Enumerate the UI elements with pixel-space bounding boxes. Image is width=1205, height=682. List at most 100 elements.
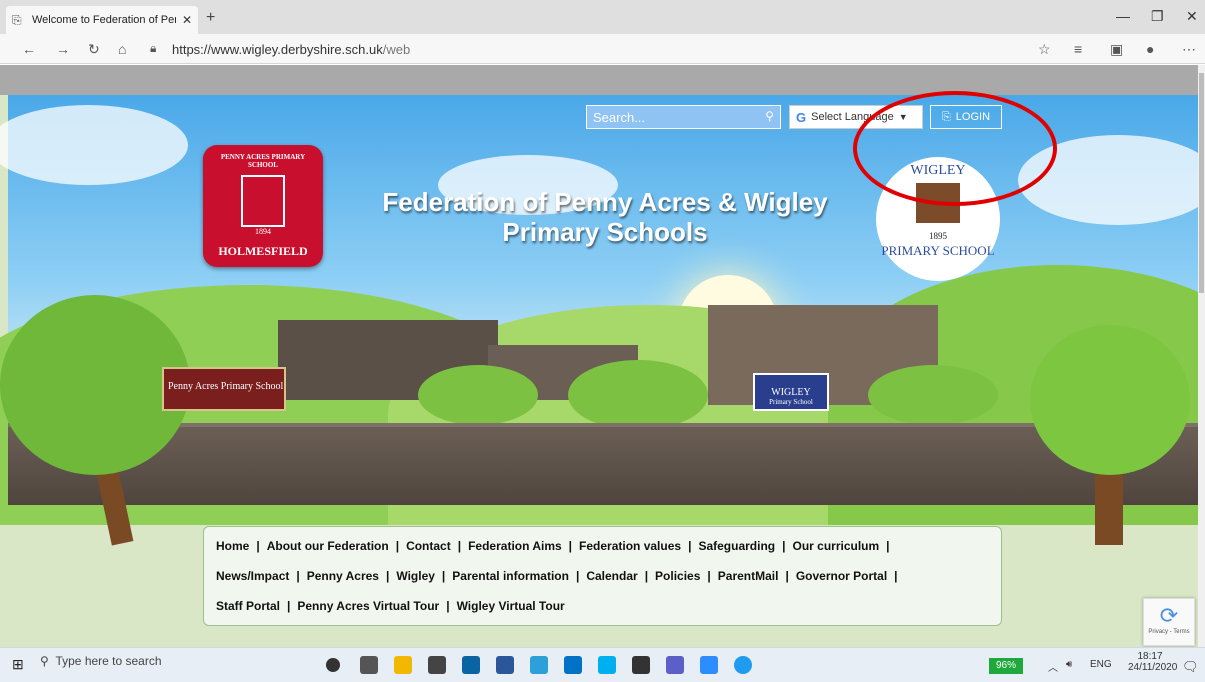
page-title: Federation of Penny Acres & Wigley Prima…: [340, 187, 870, 247]
search-input[interactable]: Search... ⚲: [586, 105, 781, 129]
edge-favicon-icon: ⎘: [12, 13, 22, 27]
bush: [418, 365, 538, 425]
nav-link[interactable]: Penny Acres Virtual Tour: [297, 599, 439, 613]
logo-bottom-text: PRIMARY SCHOOL: [881, 243, 995, 258]
nav-link[interactable]: Governor Portal: [796, 569, 887, 583]
new-tab-button[interactable]: +: [206, 9, 215, 27]
url-base: https://www.wigley.derbyshire.sch.uk: [172, 42, 383, 57]
nav-separator: |: [395, 539, 400, 553]
scrollbar-thumb[interactable]: [1199, 73, 1204, 293]
forward-icon[interactable]: →: [56, 41, 70, 57]
recaptcha-badge[interactable]: ⟳ Privacy - Terms: [1143, 598, 1195, 646]
collections-icon[interactable]: ▣: [1110, 41, 1123, 58]
nav-link[interactable]: Penny Acres: [307, 569, 379, 583]
task-view-icon[interactable]: [360, 656, 378, 674]
battery-indicator[interactable]: 96%: [989, 658, 1023, 674]
close-window-icon[interactable]: ✕: [1186, 8, 1198, 25]
clock-time: 18:17: [1137, 651, 1163, 662]
tray-chevron-icon[interactable]: ︿: [1048, 659, 1058, 674]
nav-link[interactable]: News/Impact: [216, 569, 289, 583]
nav-link[interactable]: Calendar: [586, 569, 637, 583]
nav-link[interactable]: Parental information: [452, 569, 569, 583]
google-icon: G: [796, 109, 807, 125]
stone-wall: [8, 423, 1198, 505]
maximize-icon[interactable]: ❐: [1151, 8, 1164, 25]
nav-link[interactable]: Federation values: [579, 539, 681, 553]
lock-icon[interactable]: 🔒︎: [150, 41, 156, 56]
nav-link[interactable]: Policies: [655, 569, 700, 583]
logo-year: 1894: [255, 227, 271, 236]
file-explorer-icon[interactable]: [394, 656, 412, 674]
nav-separator: |: [446, 599, 450, 613]
nav-separator: |: [385, 569, 390, 583]
penny-acres-sign-text: Penny Acres Primary School: [168, 381, 284, 392]
nav-separator: |: [256, 539, 260, 553]
nav-separator: |: [287, 599, 291, 613]
recaptcha-label[interactable]: Privacy - Terms: [1144, 629, 1194, 635]
outlook-icon[interactable]: [564, 656, 582, 674]
nav-link[interactable]: Our curriculum: [792, 539, 879, 553]
penny-acres-logo[interactable]: PENNY ACRES PRIMARY SCHOOL 1894 HOLMESFI…: [203, 145, 323, 267]
tab-close-icon[interactable]: ✕: [182, 13, 192, 27]
volume-icon[interactable]: 🔊︎: [1066, 659, 1072, 670]
search-icon[interactable]: ⚲: [765, 109, 774, 123]
nav-link[interactable]: About our Federation: [267, 539, 389, 553]
webpage: Penny Acres Primary School WIGLEY Primar…: [0, 65, 1198, 647]
nav-separator: |: [644, 569, 649, 583]
nav-link[interactable]: Wigley: [396, 569, 435, 583]
clock-date: 24/11/2020: [1128, 662, 1178, 673]
wigley-sign: WIGLEY Primary School: [753, 373, 829, 411]
nav-link[interactable]: ParentMail: [718, 569, 779, 583]
nav-link[interactable]: Contact: [406, 539, 451, 553]
scrollbar[interactable]: [1198, 65, 1205, 647]
nav-link[interactable]: Home: [216, 539, 249, 553]
teams-icon[interactable]: [666, 656, 684, 674]
address-bar: ← → ↻ ⌂ 🔒︎ https://www.wigley.derbyshire…: [0, 34, 1205, 64]
mail-icon[interactable]: [462, 656, 480, 674]
browser-tab[interactable]: ⎘ Welcome to Federation of Penny ✕: [6, 6, 198, 34]
more-menu-icon[interactable]: ⋯: [1182, 41, 1196, 58]
favorites-list-icon[interactable]: ≡: [1074, 41, 1082, 57]
logo-arc-text: PENNY ACRES PRIMARY SCHOOL: [220, 153, 306, 169]
windows-start-icon[interactable]: ⊞: [12, 656, 24, 673]
language-indicator[interactable]: ENG: [1090, 659, 1112, 670]
url-path: /web: [382, 42, 411, 57]
store-icon[interactable]: [428, 656, 446, 674]
refresh-icon[interactable]: ↻: [88, 41, 100, 58]
nav-link[interactable]: Safeguarding: [698, 539, 775, 553]
minimize-icon[interactable]: —: [1116, 8, 1130, 24]
internet-explorer-icon[interactable]: [530, 656, 548, 674]
nav-separator: |: [568, 539, 573, 553]
title-line-1: Federation of Penny Acres & Wigley: [382, 187, 828, 217]
logo-year: 1895: [929, 231, 947, 241]
skype-icon[interactable]: [598, 656, 616, 674]
search-placeholder: Search...: [593, 110, 646, 125]
home-icon[interactable]: ⌂: [118, 41, 126, 57]
logo-place: HOLMESFIELD: [218, 244, 308, 258]
nav-row: Staff Portal | Penny Acres Virtual Tour | Wi…: [216, 591, 989, 621]
back-icon[interactable]: ←: [22, 41, 36, 57]
favorite-star-icon[interactable]: ☆: [1038, 41, 1051, 58]
url-field[interactable]: https://www.wigley.derbyshire.sch.uk/web: [172, 42, 410, 57]
zoom-icon[interactable]: [700, 656, 718, 674]
edge-icon[interactable]: [734, 656, 752, 674]
nav-separator: |: [782, 539, 786, 553]
taskbar-search[interactable]: ⚲ Type here to search: [40, 654, 162, 668]
top-grey-bar: [0, 65, 1198, 95]
cortana-icon[interactable]: [326, 658, 340, 672]
wigley-sign-name: WIGLEY: [771, 387, 811, 398]
clock[interactable]: 18:17 24/11/2020: [1128, 651, 1178, 673]
photos-icon[interactable]: [632, 656, 650, 674]
nav-link[interactable]: Federation Aims: [468, 539, 562, 553]
bush: [868, 365, 998, 425]
recaptcha-icon: ⟳: [1159, 603, 1179, 628]
castle-tower-icon: [241, 175, 285, 227]
word-icon[interactable]: [496, 656, 514, 674]
nav-link[interactable]: Wigley Virtual Tour: [457, 599, 565, 613]
nav-separator: |: [575, 569, 580, 583]
nav-link[interactable]: Staff Portal: [216, 599, 280, 613]
notifications-icon[interactable]: 🗨︎: [1182, 659, 1199, 675]
profile-avatar-icon[interactable]: ●: [1146, 41, 1154, 57]
cloud: [0, 105, 188, 185]
title-line-2: Primary Schools: [502, 217, 708, 247]
